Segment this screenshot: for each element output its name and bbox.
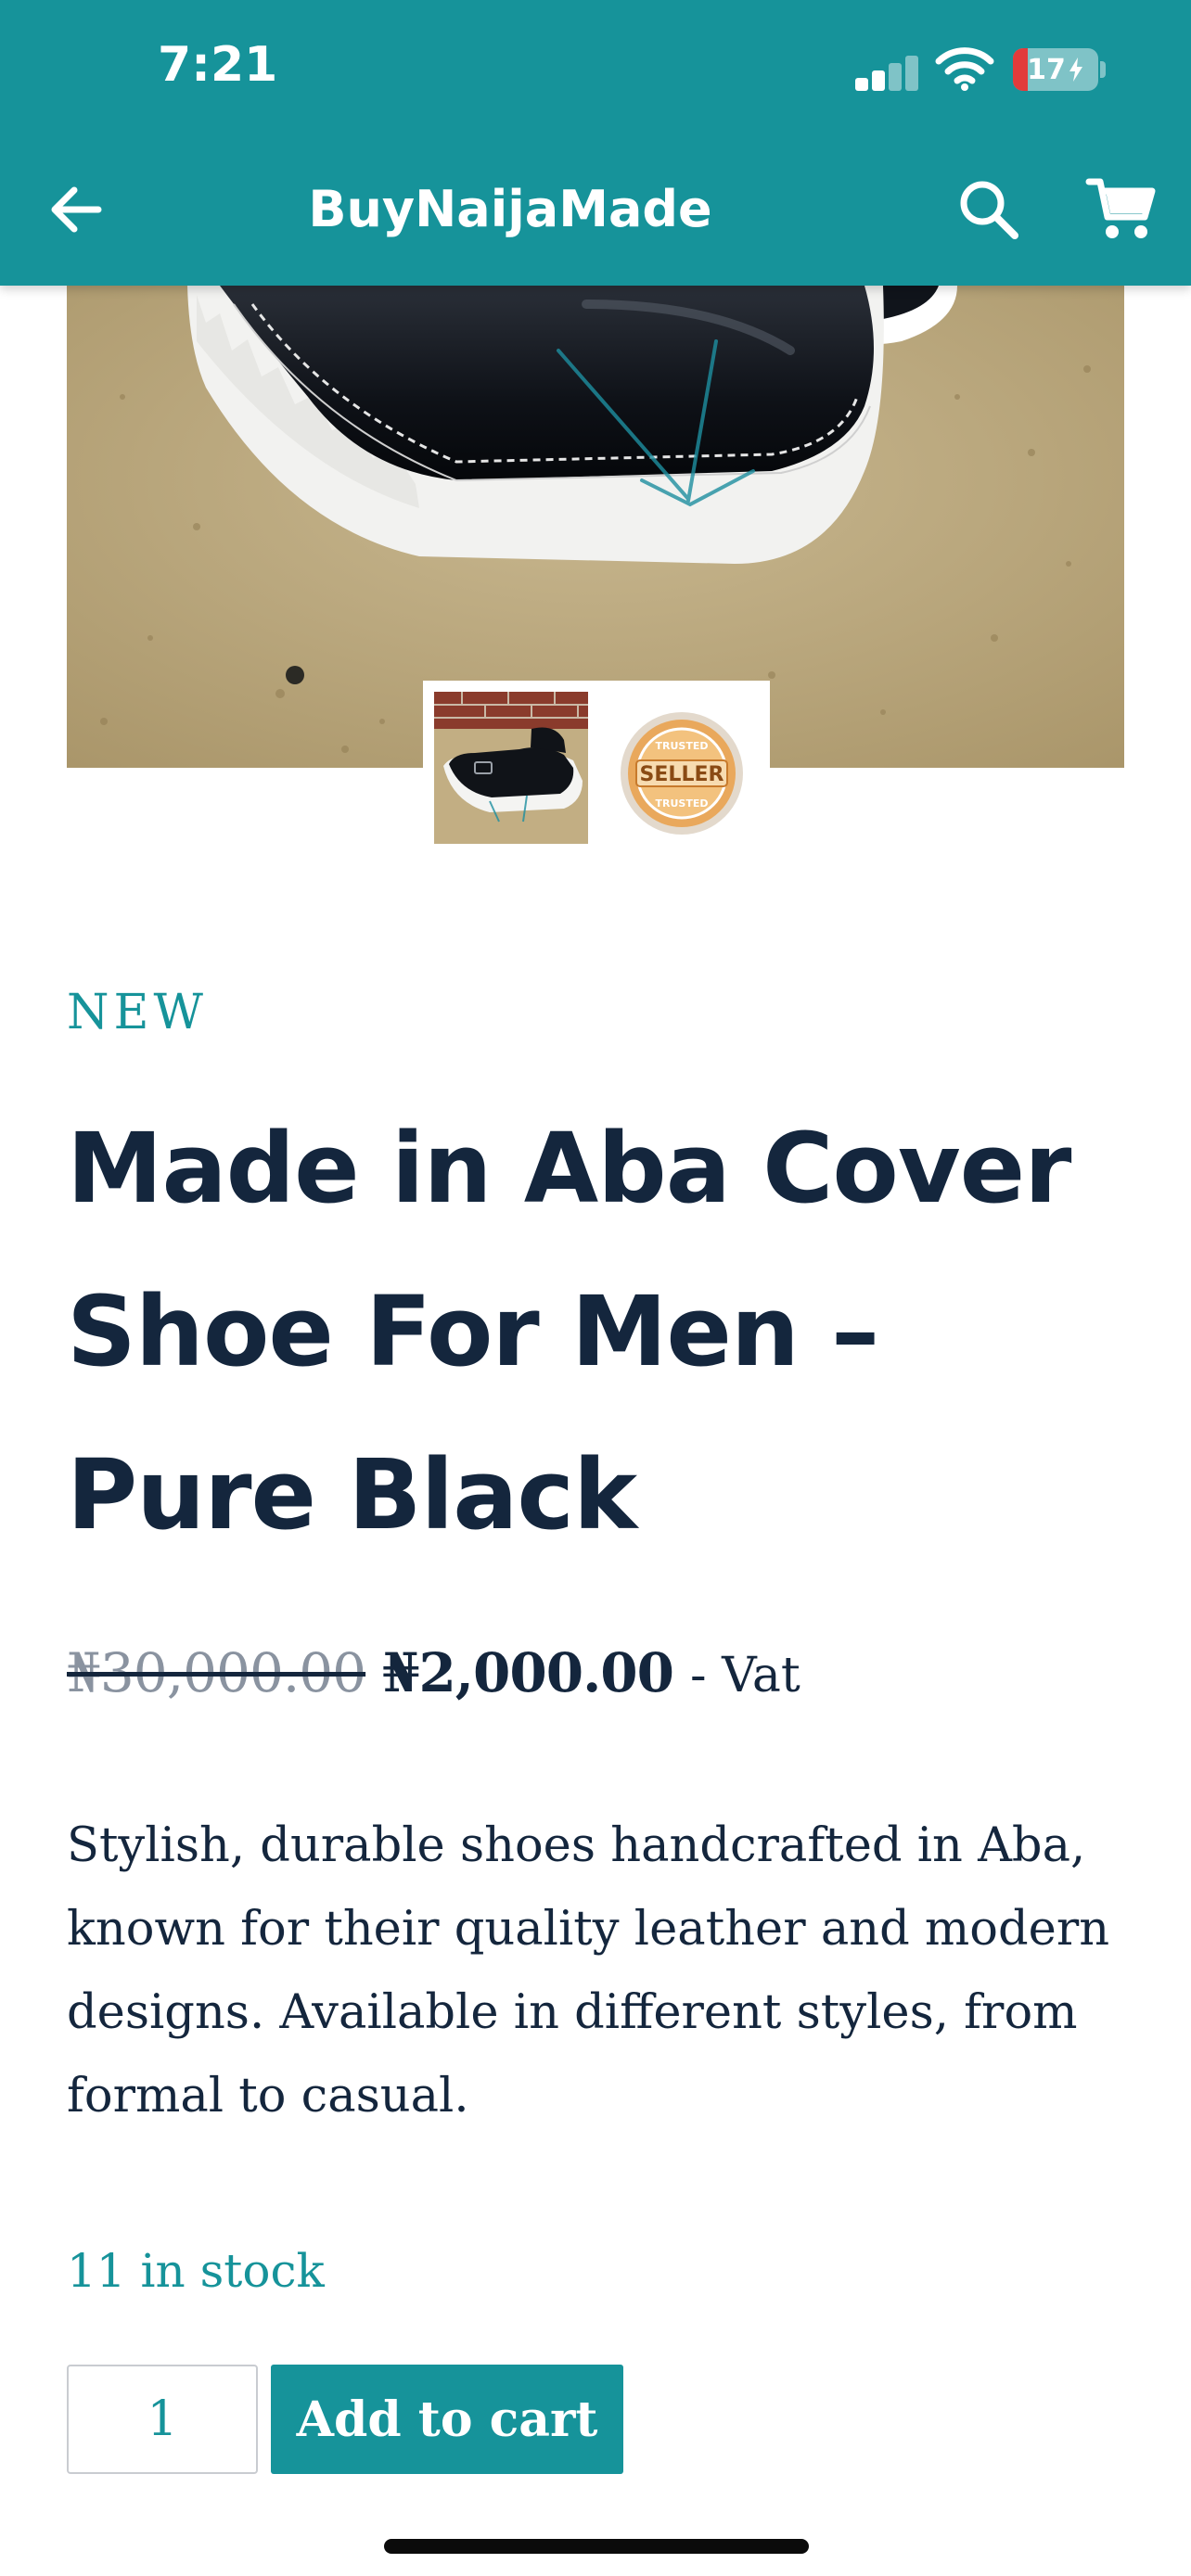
battery-level: 17 (1013, 48, 1098, 91)
new-badge: NEW (67, 985, 208, 1040)
stock-status: 11 in stock (67, 2244, 325, 2298)
price-row: ₦30,000.00 ₦2,000.00 - Vat (67, 1641, 800, 1715)
status-time: 7:21 (158, 37, 278, 93)
quantity-input[interactable] (67, 2365, 258, 2474)
original-price: ₦30,000.00 (67, 1641, 366, 1704)
signal-bar (872, 70, 885, 91)
battery-icon: 17 (1013, 48, 1098, 91)
cart-icon[interactable] (1083, 172, 1158, 247)
trusted-seller-badge-thumbnail[interactable]: SELLER TRUSTED TRUSTED (605, 692, 759, 844)
shoe-photo-thumbnail[interactable] (434, 692, 588, 844)
app-header: 7:21 17 BuyNaijaMade (0, 0, 1191, 286)
signal-icon (855, 54, 920, 91)
thumbnail-strip: SELLER TRUSTED TRUSTED (423, 681, 770, 848)
signal-bar (905, 56, 918, 91)
search-icon[interactable] (954, 174, 1024, 245)
app-title: BuyNaijaMade (308, 180, 712, 238)
signal-bar (855, 78, 868, 91)
add-to-cart-button[interactable]: Add to cart (271, 2365, 623, 2474)
badge-word-top: TRUSTED (656, 740, 709, 752)
badge-word-bottom: TRUSTED (656, 797, 709, 810)
wifi-icon (935, 47, 994, 91)
back-arrow-icon[interactable] (41, 174, 111, 245)
charging-bolt-icon (1069, 57, 1082, 82)
vat-note: - Vat (689, 1648, 800, 1703)
product-description: Stylish, durable shoes handcrafted in Ab… (67, 1818, 1110, 2123)
battery-percent: 17 (1027, 53, 1066, 86)
battery-nub (1100, 61, 1106, 78)
badge-word-seller: SELLER (640, 763, 724, 786)
signal-bar (889, 63, 902, 91)
product-title: Made in Aba Cover Shoe For Men – Pure Bl… (67, 1112, 1071, 1551)
home-indicator[interactable] (384, 2539, 809, 2554)
sale-price: ₦2,000.00 (382, 1641, 674, 1704)
